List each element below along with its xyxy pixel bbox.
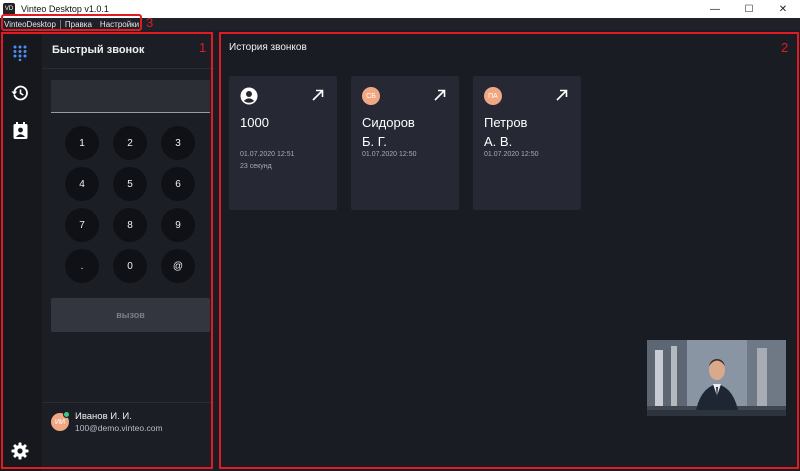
annotation-box-3: [1, 14, 142, 31]
annotation-number-3: 3: [146, 15, 154, 30]
close-button[interactable]: ✕: [766, 0, 800, 18]
window-title: Vinteo Desktop v1.0.1: [21, 4, 109, 14]
annotation-box-2: [219, 32, 799, 469]
annotation-number-1: 1: [199, 40, 207, 55]
annotation-number-2: 2: [781, 40, 789, 55]
minimize-button[interactable]: —: [698, 0, 732, 18]
maximize-button[interactable]: ☐: [732, 0, 766, 18]
annotation-box-1: [1, 32, 213, 469]
